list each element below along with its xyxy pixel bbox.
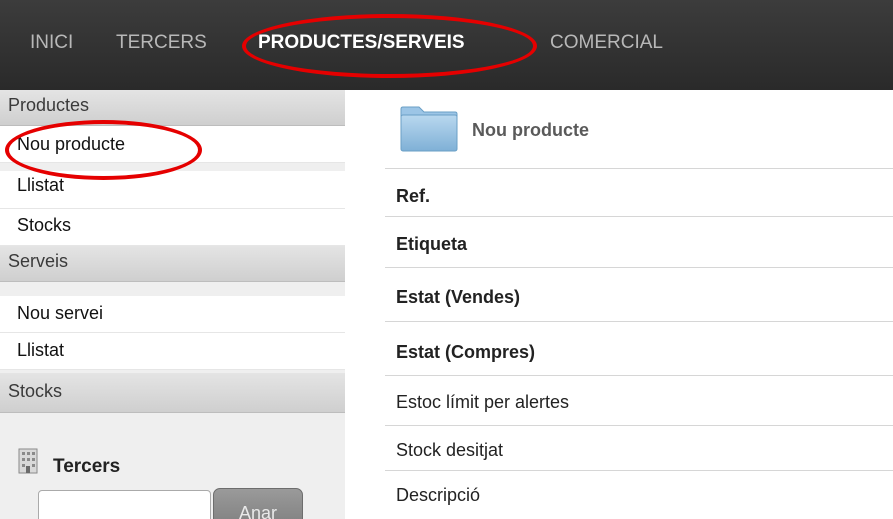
nav-item-tercers[interactable]: TERCERS (116, 32, 207, 54)
main-gutter (345, 90, 385, 519)
nav-item-inici[interactable]: INICI (30, 32, 73, 54)
sidebar-header-productes[interactable]: Productes (0, 90, 345, 126)
top-navigation: INICI TERCERS PRODUCTES/SERVEIS COMERCIA… (0, 0, 893, 90)
field-label-estat-compres: Estat (Compres) (385, 321, 893, 375)
sidebar-item-nou-producte[interactable]: Nou producte (0, 126, 345, 163)
field-label-etiqueta: Etiqueta (385, 216, 893, 267)
sidebar-item-llistat-productes[interactable]: Llistat (0, 171, 345, 209)
sidebar-item-stocks[interactable]: Stocks (0, 209, 345, 246)
tercers-go-button[interactable]: Anar (213, 488, 303, 519)
tercers-search-input[interactable] (38, 490, 211, 519)
main-content: Nou producte Ref. Etiqueta Estat (Vendes… (345, 90, 893, 519)
sidebar-header-stocks[interactable]: Stocks (0, 373, 345, 413)
field-label-estoc-limit: Estoc límit per alertes (385, 375, 893, 425)
building-icon (18, 448, 38, 474)
page-title: Nou producte (472, 120, 589, 140)
field-label-stock-desitjat: Stock desitjat (385, 425, 893, 470)
tercers-search-block: Tercers Anar (0, 426, 345, 519)
field-label-ref: Ref. (385, 168, 893, 216)
left-sidebar: Productes Nou producte Llistat Stocks Se… (0, 90, 345, 519)
field-label-estat-vendes: Estat (Vendes) (385, 267, 893, 321)
sidebar-header-serveis[interactable]: Serveis (0, 246, 345, 282)
field-label-descripcio: Descripció (385, 470, 893, 519)
nav-item-comercial[interactable]: COMERCIAL (550, 32, 663, 54)
nav-item-productes-serveis[interactable]: PRODUCTES/SERVEIS (258, 32, 465, 54)
tercers-title: Tercers (53, 456, 121, 477)
folder-icon (400, 106, 458, 152)
sidebar-item-nou-servei[interactable]: Nou servei (0, 296, 345, 333)
sidebar-item-llistat-serveis[interactable]: Llistat (0, 333, 345, 370)
